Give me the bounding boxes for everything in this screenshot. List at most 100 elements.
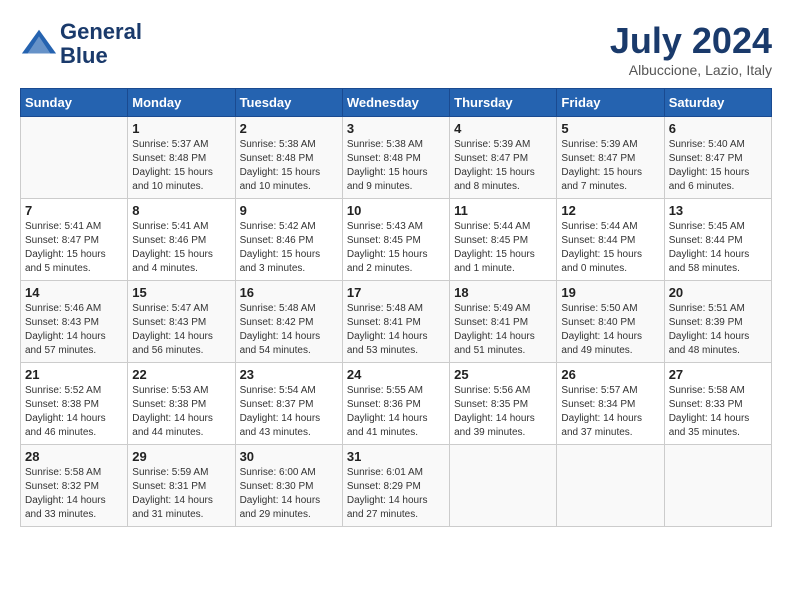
day-info: Sunrise: 5:55 AMSunset: 8:36 PMDaylight:… — [347, 384, 445, 440]
day-info: Sunrise: 6:01 AMSunset: 8:29 PMDaylight:… — [347, 466, 445, 522]
calendar-cell: 29 Sunrise: 5:59 AMSunset: 8:31 PMDayligh… — [128, 445, 235, 527]
calendar-cell: 15 Sunrise: 5:47 AMSunset: 8:43 PMDayligh… — [128, 281, 235, 363]
calendar-cell: 14 Sunrise: 5:46 AMSunset: 8:43 PMDayligh… — [21, 281, 128, 363]
day-number: 4 — [454, 121, 552, 136]
calendar-cell: 3 Sunrise: 5:38 AMSunset: 8:48 PMDaylight… — [342, 117, 449, 199]
calendar-cell: 12 Sunrise: 5:44 AMSunset: 8:44 PMDayligh… — [557, 199, 664, 281]
calendar-week-5: 28 Sunrise: 5:58 AMSunset: 8:32 PMDayligh… — [21, 445, 772, 527]
day-info: Sunrise: 5:39 AMSunset: 8:47 PMDaylight:… — [454, 138, 552, 194]
calendar-cell: 26 Sunrise: 5:57 AMSunset: 8:34 PMDayligh… — [557, 363, 664, 445]
day-info: Sunrise: 5:59 AMSunset: 8:31 PMDaylight:… — [132, 466, 230, 522]
calendar-cell: 19Sunrise: 5:50 AMSunset: 8:40 PMDayligh… — [557, 281, 664, 363]
calendar-header-wednesday: Wednesday — [342, 89, 449, 117]
day-number: 11 — [454, 203, 552, 218]
day-info: Sunrise: 5:46 AMSunset: 8:43 PMDaylight:… — [25, 302, 123, 358]
month-title: July 2024 — [610, 20, 772, 62]
day-number: 7 — [25, 203, 123, 218]
day-info: Sunrise: 5:54 AMSunset: 8:37 PMDaylight:… — [240, 384, 338, 440]
day-number: 21 — [25, 367, 123, 382]
calendar-cell: 21 Sunrise: 5:52 AMSunset: 8:38 PMDayligh… — [21, 363, 128, 445]
calendar-cell: 30 Sunrise: 6:00 AMSunset: 8:30 PMDayligh… — [235, 445, 342, 527]
calendar-cell: 17 Sunrise: 5:48 AMSunset: 8:41 PMDayligh… — [342, 281, 449, 363]
day-info: Sunrise: 5:53 AMSunset: 8:38 PMDaylight:… — [132, 384, 230, 440]
calendar-week-3: 14 Sunrise: 5:46 AMSunset: 8:43 PMDayligh… — [21, 281, 772, 363]
day-info: Sunrise: 5:39 AMSunset: 8:47 PMDaylight:… — [561, 138, 659, 194]
calendar-cell: 24 Sunrise: 5:55 AMSunset: 8:36 PMDayligh… — [342, 363, 449, 445]
day-number: 6 — [669, 121, 767, 136]
calendar-cell: 1Sunrise: 5:37 AMSunset: 8:48 PMDaylight… — [128, 117, 235, 199]
day-info: Sunrise: 5:47 AMSunset: 8:43 PMDaylight:… — [132, 302, 230, 358]
day-number: 15 — [132, 285, 230, 300]
day-number: 17 — [347, 285, 445, 300]
calendar-week-1: 1Sunrise: 5:37 AMSunset: 8:48 PMDaylight… — [21, 117, 772, 199]
day-number: 30 — [240, 449, 338, 464]
logo: General Blue — [20, 20, 142, 68]
logo-text: General Blue — [60, 20, 142, 68]
day-info: Sunrise: 5:38 AMSunset: 8:48 PMDaylight:… — [240, 138, 338, 194]
calendar-body: 1Sunrise: 5:37 AMSunset: 8:48 PMDaylight… — [21, 117, 772, 527]
day-number: 12 — [561, 203, 659, 218]
day-info: Sunrise: 5:58 AMSunset: 8:32 PMDaylight:… — [25, 466, 123, 522]
day-number: 27 — [669, 367, 767, 382]
day-number: 22 — [132, 367, 230, 382]
day-number: 29 — [132, 449, 230, 464]
day-info: Sunrise: 5:44 AMSunset: 8:44 PMDaylight:… — [561, 220, 659, 276]
day-number: 3 — [347, 121, 445, 136]
calendar-cell — [664, 445, 771, 527]
calendar-cell — [450, 445, 557, 527]
day-number: 26 — [561, 367, 659, 382]
calendar-cell — [557, 445, 664, 527]
day-info: Sunrise: 5:44 AMSunset: 8:45 PMDaylight:… — [454, 220, 552, 276]
calendar-table: SundayMondayTuesdayWednesdayThursdayFrid… — [20, 88, 772, 527]
day-number: 2 — [240, 121, 338, 136]
calendar-cell: 5 Sunrise: 5:39 AMSunset: 8:47 PMDaylight… — [557, 117, 664, 199]
day-number: 5 — [561, 121, 659, 136]
day-number: 10 — [347, 203, 445, 218]
day-info: Sunrise: 5:48 AMSunset: 8:41 PMDaylight:… — [347, 302, 445, 358]
day-info: Sunrise: 6:00 AMSunset: 8:30 PMDaylight:… — [240, 466, 338, 522]
day-info: Sunrise: 5:49 AMSunset: 8:41 PMDaylight:… — [454, 302, 552, 358]
day-number: 28 — [25, 449, 123, 464]
day-info: Sunrise: 5:41 AMSunset: 8:46 PMDaylight:… — [132, 220, 230, 276]
calendar-cell: 2 Sunrise: 5:38 AMSunset: 8:48 PMDaylight… — [235, 117, 342, 199]
day-info: Sunrise: 5:51 AMSunset: 8:39 PMDaylight:… — [669, 302, 767, 358]
day-info: Sunrise: 5:48 AMSunset: 8:42 PMDaylight:… — [240, 302, 338, 358]
day-info: Sunrise: 5:57 AMSunset: 8:34 PMDaylight:… — [561, 384, 659, 440]
calendar-cell: 25Sunrise: 5:56 AMSunset: 8:35 PMDayligh… — [450, 363, 557, 445]
calendar-cell: 23 Sunrise: 5:54 AMSunset: 8:37 PMDayligh… — [235, 363, 342, 445]
day-number: 23 — [240, 367, 338, 382]
calendar-week-4: 21 Sunrise: 5:52 AMSunset: 8:38 PMDayligh… — [21, 363, 772, 445]
day-info: Sunrise: 5:43 AMSunset: 8:45 PMDaylight:… — [347, 220, 445, 276]
day-info: Sunrise: 5:38 AMSunset: 8:48 PMDaylight:… — [347, 138, 445, 194]
day-info: Sunrise: 5:37 AMSunset: 8:48 PMDaylight:… — [132, 138, 230, 194]
day-number: 13 — [669, 203, 767, 218]
calendar-header-friday: Friday — [557, 89, 664, 117]
page-header: General Blue July 2024 Albuccione, Lazio… — [20, 20, 772, 78]
calendar-cell: 31 Sunrise: 6:01 AMSunset: 8:29 PMDayligh… — [342, 445, 449, 527]
calendar-cell: 9Sunrise: 5:42 AMSunset: 8:46 PMDaylight… — [235, 199, 342, 281]
calendar-header-sunday: Sunday — [21, 89, 128, 117]
title-block: July 2024 Albuccione, Lazio, Italy — [610, 20, 772, 78]
calendar-header-monday: Monday — [128, 89, 235, 117]
calendar-cell: 20 Sunrise: 5:51 AMSunset: 8:39 PMDayligh… — [664, 281, 771, 363]
day-info: Sunrise: 5:45 AMSunset: 8:44 PMDaylight:… — [669, 220, 767, 276]
calendar-header-saturday: Saturday — [664, 89, 771, 117]
calendar-cell: 16 Sunrise: 5:48 AMSunset: 8:42 PMDayligh… — [235, 281, 342, 363]
logo-icon — [20, 25, 58, 63]
calendar-header-row: SundayMondayTuesdayWednesdayThursdayFrid… — [21, 89, 772, 117]
day-number: 24 — [347, 367, 445, 382]
day-info: Sunrise: 5:42 AMSunset: 8:46 PMDaylight:… — [240, 220, 338, 276]
day-number: 16 — [240, 285, 338, 300]
day-info: Sunrise: 5:58 AMSunset: 8:33 PMDaylight:… — [669, 384, 767, 440]
day-number: 8 — [132, 203, 230, 218]
day-info: Sunrise: 5:41 AMSunset: 8:47 PMDaylight:… — [25, 220, 123, 276]
day-info: Sunrise: 5:52 AMSunset: 8:38 PMDaylight:… — [25, 384, 123, 440]
day-info: Sunrise: 5:56 AMSunset: 8:35 PMDaylight:… — [454, 384, 552, 440]
day-number: 31 — [347, 449, 445, 464]
day-number: 14 — [25, 285, 123, 300]
calendar-cell: 8 Sunrise: 5:41 AMSunset: 8:46 PMDaylight… — [128, 199, 235, 281]
day-info: Sunrise: 5:50 AMSunset: 8:40 PMDaylight:… — [561, 302, 659, 358]
calendar-cell: 22 Sunrise: 5:53 AMSunset: 8:38 PMDayligh… — [128, 363, 235, 445]
day-number: 20 — [669, 285, 767, 300]
calendar-cell — [21, 117, 128, 199]
